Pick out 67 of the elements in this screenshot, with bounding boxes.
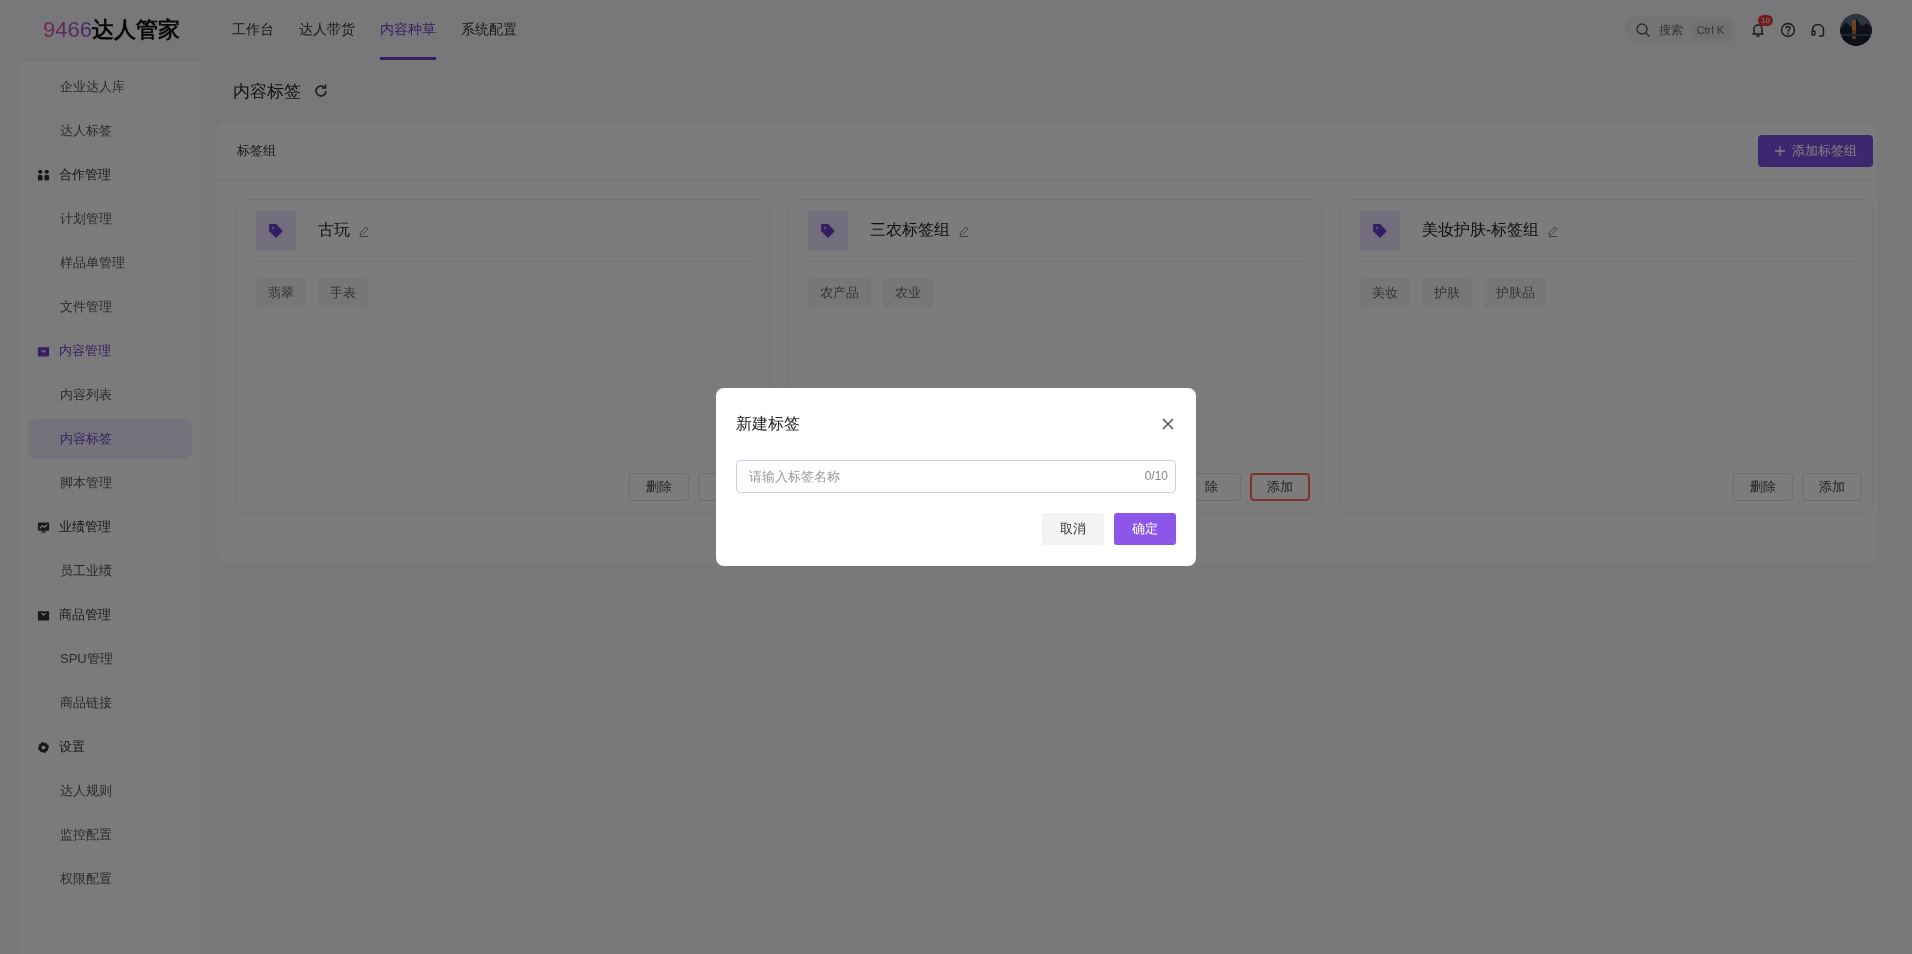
- menu-group[interactable]: 内容管理: [20, 331, 200, 371]
- menu-item[interactable]: 达人规则: [28, 771, 192, 811]
- cancel-button[interactable]: 取消: [1042, 513, 1104, 545]
- tag-chip[interactable]: 翡翠: [256, 278, 306, 308]
- nav-tab[interactable]: 系统配置: [461, 0, 517, 60]
- menu-item[interactable]: 计划管理: [28, 199, 192, 239]
- add-tag-group-button[interactable]: 添加标签组: [1758, 135, 1873, 167]
- logo: 9466达人管家: [42, 16, 181, 44]
- tag-chip[interactable]: 农产品: [808, 278, 871, 308]
- menu-item[interactable]: SPU管理: [28, 639, 192, 679]
- menu-item[interactable]: 企业达人库: [28, 67, 192, 107]
- tray-icon: [37, 344, 50, 358]
- refresh-icon[interactable]: [313, 83, 329, 99]
- confirm-button[interactable]: 确定: [1114, 513, 1176, 545]
- search-label: 搜索: [1658, 21, 1683, 39]
- menu-item[interactable]: 内容标签: [28, 419, 192, 459]
- card-title: 古玩: [318, 220, 350, 240]
- tag-icon: [256, 210, 296, 251]
- plus-icon: [1774, 145, 1786, 157]
- edit-icon[interactable]: [358, 224, 370, 237]
- tag-chip[interactable]: 护肤品: [1484, 278, 1547, 308]
- menu-item[interactable]: 达人标签: [28, 111, 192, 151]
- menu-item[interactable]: 脚本管理: [28, 463, 192, 503]
- menu-item[interactable]: 样品单管理: [28, 243, 192, 283]
- delete-button[interactable]: 删除: [629, 473, 689, 501]
- chart-board-icon: [37, 520, 50, 534]
- menu-group[interactable]: 设置: [20, 727, 200, 767]
- menu-item[interactable]: 文件管理: [28, 287, 192, 327]
- edit-icon[interactable]: [1547, 224, 1560, 237]
- menu-item[interactable]: 员工业绩: [28, 551, 192, 591]
- add-button[interactable]: 添加: [1250, 473, 1310, 501]
- tag-chip[interactable]: 护肤: [1422, 278, 1472, 308]
- settings-icon: [37, 740, 50, 754]
- shortcut-hint: Ctrl K: [1690, 21, 1730, 39]
- menu-item[interactable]: 商品链接: [28, 683, 192, 723]
- page-title: 内容标签: [233, 80, 301, 103]
- menu-group[interactable]: 业绩管理: [20, 507, 200, 547]
- help-icon[interactable]: [1780, 22, 1796, 38]
- tag-chip[interactable]: 手表: [318, 278, 368, 308]
- tag-icon: [808, 210, 848, 251]
- add-button[interactable]: 添加: [1802, 473, 1862, 501]
- menu-group[interactable]: 合作管理: [20, 155, 200, 195]
- menu-item[interactable]: 权限配置: [28, 859, 192, 899]
- card-title: 美妆护肤-标签组: [1422, 220, 1540, 240]
- dialog-title: 新建标签: [736, 413, 800, 434]
- delete-button[interactable]: 删除: [1733, 473, 1793, 501]
- card-title: 三农标签组: [870, 220, 950, 240]
- nav-tab[interactable]: 达人带货: [299, 0, 355, 60]
- nav-tab[interactable]: 工作台: [232, 0, 274, 60]
- close-icon[interactable]: [1160, 416, 1176, 432]
- menu-group[interactable]: 商品管理: [20, 595, 200, 635]
- notification-badge: 10: [1758, 15, 1773, 26]
- edit-icon[interactable]: [958, 224, 970, 237]
- tag-icon: [1360, 210, 1400, 251]
- panel-title: 标签组: [237, 142, 276, 160]
- character-counter: 0/10: [1144, 469, 1168, 483]
- menu-item[interactable]: 监控配置: [28, 815, 192, 855]
- menu-item[interactable]: 内容列表: [28, 375, 192, 415]
- box-icon: [37, 608, 50, 622]
- nav-tab[interactable]: 内容种草: [380, 0, 436, 60]
- people-icon: [37, 168, 50, 182]
- search-button[interactable]: 搜索 Ctrl K: [1624, 16, 1736, 44]
- bell-icon[interactable]: [1750, 22, 1766, 38]
- search-icon: [1634, 22, 1651, 38]
- tag-chip[interactable]: 美妆: [1360, 278, 1410, 308]
- tag-chip[interactable]: 农业: [883, 278, 933, 308]
- headset-icon[interactable]: [1810, 22, 1826, 38]
